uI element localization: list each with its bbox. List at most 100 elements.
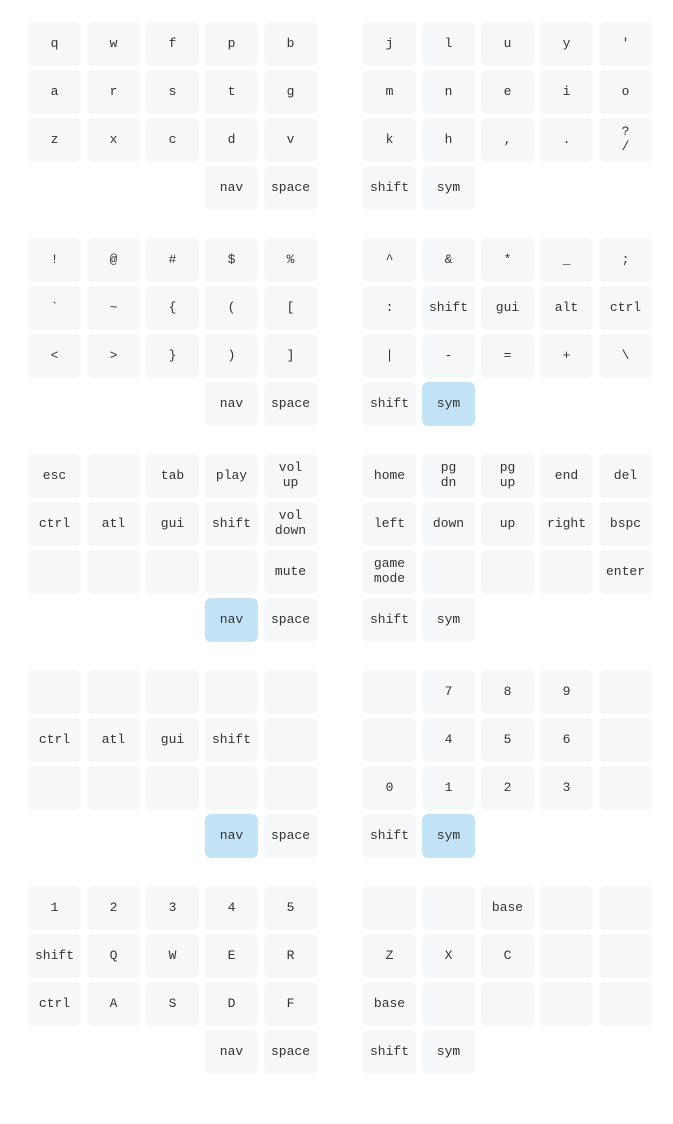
key-layers.3.rows.2.left.1: . bbox=[87, 766, 140, 810]
key-layers.4.rows.0.right.0: . bbox=[363, 886, 416, 930]
key-layers.4.rows.0.left.3: 4 bbox=[205, 886, 258, 930]
key-layers.0.rows.1.left.4: g bbox=[264, 70, 317, 114]
thumb-row: navspaceshiftsym bbox=[28, 1030, 645, 1074]
key-layers.3.rows.1.right.1: 4 bbox=[422, 718, 475, 762]
row-1: `~{([:shiftguialtctrl bbox=[28, 286, 645, 330]
key-layers.1.rows.1.right.1: shift bbox=[422, 286, 475, 330]
key-layers.0.rows.1.left.0: a bbox=[28, 70, 81, 114]
key-layers.3.thumbs.right.1: sym bbox=[422, 814, 475, 858]
key-layers.2.rows.2.right.4: enter bbox=[599, 550, 652, 594]
key-layers.4.thumbs.left.0: nav bbox=[205, 1030, 258, 1074]
key-layers.1.rows.1.left.3: ( bbox=[205, 286, 258, 330]
key-layers.3.rows.0.right.1: 7 bbox=[422, 670, 475, 714]
key-layers.4.rows.0.left.4: 5 bbox=[264, 886, 317, 930]
key-layers.4.rows.1.right.0: Z bbox=[363, 934, 416, 978]
key-layers.3.rows.0.left.1: . bbox=[87, 670, 140, 714]
row-2: ....mutegame mode...enter bbox=[28, 550, 645, 594]
key-layers.0.rows.0.right.0: j bbox=[363, 22, 416, 66]
key-layers.1.rows.0.right.0: ^ bbox=[363, 238, 416, 282]
row-2: .....0123. bbox=[28, 766, 645, 810]
key-layers.1.rows.0.right.3: _ bbox=[540, 238, 593, 282]
key-layers.2.rows.2.right.0: game mode bbox=[363, 550, 416, 594]
key-layers.2.rows.1.left.4: vol down bbox=[264, 502, 317, 546]
key-layers.4.rows.2.left.3: D bbox=[205, 982, 258, 1026]
key-layers.1.thumbs.right.0: shift bbox=[363, 382, 416, 426]
key-layers.0.rows.0.right.2: u bbox=[481, 22, 534, 66]
key-layers.1.rows.0.left.1: @ bbox=[87, 238, 140, 282]
key-layers.3.rows.2.left.2: . bbox=[146, 766, 199, 810]
key-layers.3.rows.1.left.3: shift bbox=[205, 718, 258, 762]
key-layers.0.rows.1.right.0: m bbox=[363, 70, 416, 114]
key-layers.0.rows.0.right.4: ' bbox=[599, 22, 652, 66]
key-layers.0.rows.2.left.1: x bbox=[87, 118, 140, 162]
row-1: ctrlatlguishift..456. bbox=[28, 718, 645, 762]
layer-game: 12345..base..shiftQWERZXC..ctrlASDFbase.… bbox=[28, 886, 645, 1074]
key-layers.3.rows.0.left.0: . bbox=[28, 670, 81, 714]
key-layers.3.rows.2.left.0: . bbox=[28, 766, 81, 810]
key-layers.0.thumbs.left.0: nav bbox=[205, 166, 258, 210]
key-layers.3.rows.0.right.3: 9 bbox=[540, 670, 593, 714]
key-layers.4.rows.2.right.0: base bbox=[363, 982, 416, 1026]
key-layers.0.rows.2.right.1: h bbox=[422, 118, 475, 162]
key-layers.4.rows.2.left.1: A bbox=[87, 982, 140, 1026]
key-layers.1.rows.0.left.3: $ bbox=[205, 238, 258, 282]
key-layers.3.rows.0.right.2: 8 bbox=[481, 670, 534, 714]
key-layers.2.rows.2.right.2: . bbox=[481, 550, 534, 594]
key-layers.2.rows.0.right.0: home bbox=[363, 454, 416, 498]
thumb-row: navspaceshiftsym bbox=[28, 814, 645, 858]
key-layers.1.thumbs.right.1: sym bbox=[422, 382, 475, 426]
key-layers.4.rows.2.right.4: . bbox=[599, 982, 652, 1026]
key-layers.3.rows.1.left.2: gui bbox=[146, 718, 199, 762]
key-layers.3.rows.0.left.2: . bbox=[146, 670, 199, 714]
key-layers.1.rows.0.right.2: * bbox=[481, 238, 534, 282]
key-layers.2.rows.1.left.1: atl bbox=[87, 502, 140, 546]
thumb-row: navspaceshiftsym bbox=[28, 166, 645, 210]
key-layers.3.rows.0.left.3: . bbox=[205, 670, 258, 714]
key-layers.4.rows.2.right.1: . bbox=[422, 982, 475, 1026]
row-0: qwfpbjluy' bbox=[28, 22, 645, 66]
key-layers.0.rows.2.left.4: v bbox=[264, 118, 317, 162]
key-layers.0.rows.2.left.2: c bbox=[146, 118, 199, 162]
key-layers.4.rows.1.left.4: R bbox=[264, 934, 317, 978]
key-layers.4.rows.1.right.3: . bbox=[540, 934, 593, 978]
key-layers.1.rows.2.right.3: + bbox=[540, 334, 593, 378]
row-1: ctrlatlguishiftvol downleftdownuprightbs… bbox=[28, 502, 645, 546]
key-layers.3.rows.1.left.1: atl bbox=[87, 718, 140, 762]
key-layers.4.rows.0.right.1: . bbox=[422, 886, 475, 930]
key-layers.2.rows.2.left.3: . bbox=[205, 550, 258, 594]
key-layers.2.rows.2.left.1: . bbox=[87, 550, 140, 594]
row-0: esc.tabplayvol uphomepg dnpg upenddel bbox=[28, 454, 645, 498]
key-layers.1.rows.1.left.4: [ bbox=[264, 286, 317, 330]
key-layers.2.thumbs.left.1: space bbox=[264, 598, 317, 642]
key-layers.1.rows.1.left.2: { bbox=[146, 286, 199, 330]
key-layers.3.thumbs.left.0: nav bbox=[205, 814, 258, 858]
key-layers.2.rows.0.left.0: esc bbox=[28, 454, 81, 498]
key-layers.4.rows.2.left.4: F bbox=[264, 982, 317, 1026]
key-layers.0.rows.1.right.2: e bbox=[481, 70, 534, 114]
key-layers.0.rows.2.right.0: k bbox=[363, 118, 416, 162]
key-layers.4.rows.2.left.0: ctrl bbox=[28, 982, 81, 1026]
key-layers.3.rows.2.left.3: . bbox=[205, 766, 258, 810]
row-1: arstgmneio bbox=[28, 70, 645, 114]
key-layers.0.rows.1.right.3: i bbox=[540, 70, 593, 114]
key-layers.3.rows.0.right.4: . bbox=[599, 670, 652, 714]
key-layers.1.rows.1.right.0: : bbox=[363, 286, 416, 330]
key-layers.3.rows.2.left.4: . bbox=[264, 766, 317, 810]
key-layers.4.thumbs.left.1: space bbox=[264, 1030, 317, 1074]
row-0: ......789. bbox=[28, 670, 645, 714]
key-layers.4.rows.1.left.3: E bbox=[205, 934, 258, 978]
key-layers.1.thumbs.left.0: nav bbox=[205, 382, 258, 426]
key-layers.2.rows.0.left.4: vol up bbox=[264, 454, 317, 498]
key-layers.4.rows.1.left.2: W bbox=[146, 934, 199, 978]
layer-nav: esc.tabplayvol uphomepg dnpg upenddelctr… bbox=[28, 454, 645, 642]
key-layers.2.rows.1.right.4: bspc bbox=[599, 502, 652, 546]
key-layers.3.rows.1.left.0: ctrl bbox=[28, 718, 81, 762]
key-layers.1.rows.1.left.1: ~ bbox=[87, 286, 140, 330]
thumb-row: navspaceshiftsym bbox=[28, 598, 645, 642]
key-layers.2.rows.1.right.0: left bbox=[363, 502, 416, 546]
key-layers.4.rows.0.left.2: 3 bbox=[146, 886, 199, 930]
key-layers.2.thumbs.right.1: sym bbox=[422, 598, 475, 642]
row-2: <>})]|-=+\ bbox=[28, 334, 645, 378]
key-layers.1.rows.2.left.4: ] bbox=[264, 334, 317, 378]
key-layers.3.rows.2.right.3: 3 bbox=[540, 766, 593, 810]
